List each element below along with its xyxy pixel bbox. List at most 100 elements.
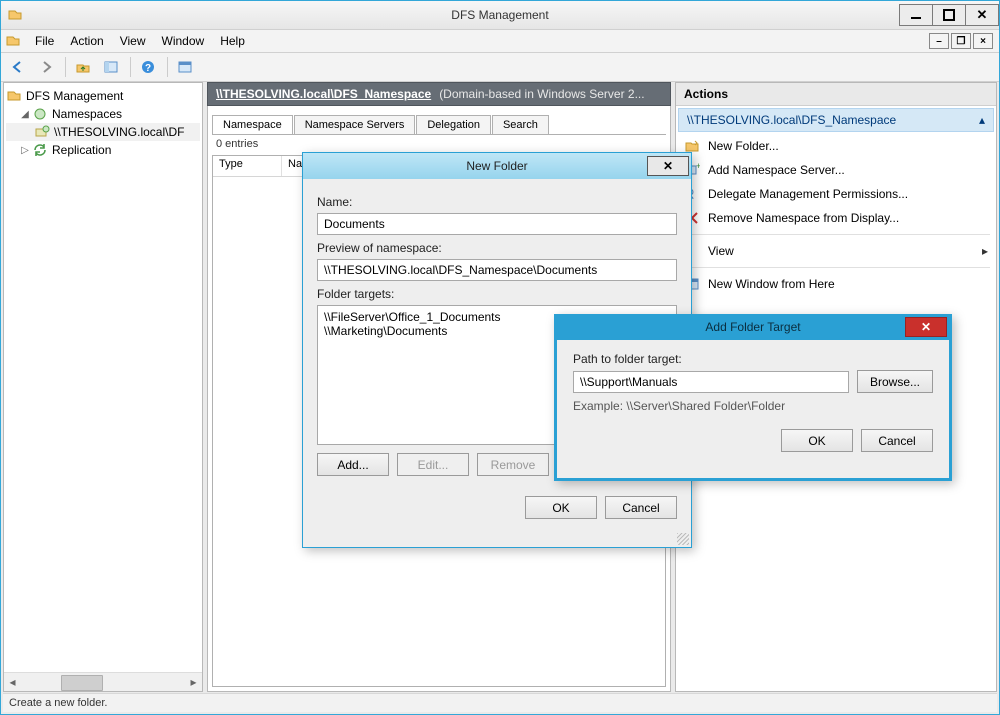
scroll-left-button[interactable]: ◂ [4,674,21,690]
actions-namespace-label: \\THESOLVING.local\DFS_Namespace [687,113,896,127]
dfs-root-icon [6,88,22,104]
name-input[interactable] [317,213,677,235]
tree-replication[interactable]: ▷ Replication [6,141,200,159]
up-button[interactable] [70,54,96,80]
menu-view[interactable]: View [112,31,154,51]
entry-count: 0 entries [208,135,670,153]
action-add-ns-server[interactable]: + Add Namespace Server... [676,158,996,182]
new-folder-titlebar[interactable]: New Folder ✕ [303,153,691,179]
add-target-ok-button[interactable]: OK [781,429,853,452]
show-hide-tree-button[interactable] [98,54,124,80]
add-target-button[interactable]: Add... [317,453,389,476]
tree-namespaces[interactable]: ◢ Namespaces [6,105,200,123]
menu-window[interactable]: Window [154,31,213,51]
col-type[interactable]: Type [213,156,282,176]
tab-delegation[interactable]: Delegation [416,115,491,134]
tree-pane: DFS Management ◢ Namespaces \\THESOLVING… [3,82,203,692]
namespaces-icon [32,106,48,122]
path-text: \\THESOLVING.local\DFS_Namespace [216,87,431,101]
actions-title: Actions [676,83,996,106]
namespace-item-icon [34,124,50,140]
action-delegate[interactable]: Delegate Management Permissions... [676,182,996,206]
menu-action[interactable]: Action [62,31,111,51]
targets-label: Folder targets: [317,287,677,301]
new-folder-title: New Folder [303,159,691,173]
tree-namespaces-label: Namespaces [52,107,122,121]
action-add-ns-server-label: Add Namespace Server... [708,163,845,177]
menu-help[interactable]: Help [212,31,253,51]
scroll-right-button[interactable]: ▸ [185,674,202,690]
edit-target-button[interactable]: Edit... [397,453,469,476]
example-label: Example: \\Server\Shared Folder\Folder [573,399,933,413]
scroll-thumb[interactable] [61,675,103,691]
back-button[interactable] [5,54,31,80]
collapse-icon[interactable]: ◢ [20,109,30,120]
add-target-titlebar[interactable]: Add Folder Target ✕ [557,314,949,340]
mdi-restore-button[interactable]: ❐ [951,33,971,49]
browse-button[interactable]: Browse... [857,370,933,393]
action-delegate-label: Delegate Management Permissions... [708,187,908,201]
add-folder-target-dialog: Add Folder Target ✕ Path to folder targe… [554,314,952,481]
action-remove-display-label: Remove Namespace from Display... [708,211,899,225]
tab-namespace[interactable]: Namespace [212,115,293,134]
preview-input [317,259,677,281]
action-view-label: View [708,244,734,258]
preview-label: Preview of namespace: [317,241,677,255]
tree-replication-label: Replication [52,143,111,157]
menu-file[interactable]: File [27,31,62,51]
path-input[interactable] [573,371,849,393]
remove-target-button[interactable]: Remove [477,453,549,476]
action-separator [682,267,990,268]
expand-icon[interactable]: ▷ [20,145,30,156]
help-button[interactable]: ? [135,54,161,80]
action-new-folder-label: New Folder... [708,139,779,153]
tab-namespace-servers[interactable]: Namespace Servers [294,115,416,134]
resize-grip[interactable] [677,533,689,545]
path-desc: (Domain-based in Windows Server 2... [439,87,644,101]
forward-button[interactable] [33,54,59,80]
new-folder-cancel-button[interactable]: Cancel [605,496,677,519]
action-remove-display[interactable]: Remove Namespace from Display... [676,206,996,230]
action-new-folder[interactable]: New Folder... [676,134,996,158]
svg-text:?: ? [145,63,151,74]
tree-namespace-item[interactable]: \\THESOLVING.local\DF [6,123,200,141]
tree-hscrollbar[interactable]: ◂ ▸ [4,672,202,691]
toolbar-separator [130,57,131,77]
new-folder-ok-button[interactable]: OK [525,496,597,519]
add-target-body: Path to folder target: Browse... Example… [557,340,949,423]
toolbar-separator [65,57,66,77]
statusbar: Create a new folder. [3,693,997,712]
add-target-cancel-button[interactable]: Cancel [861,429,933,452]
collapse-arrow-icon: ▴ [979,113,985,127]
add-target-footer: OK Cancel [557,423,949,464]
mdi-close-button[interactable]: × [973,33,993,49]
replication-icon [32,142,48,158]
status-text: Create a new folder. [9,697,107,709]
path-header: \\THESOLVING.local\DFS_Namespace (Domain… [207,82,671,106]
action-separator [682,234,990,235]
scroll-track[interactable] [21,674,185,690]
tree-namespace-item-label: \\THESOLVING.local\DF [54,125,184,139]
new-window-button[interactable] [172,54,198,80]
path-label: Path to folder target: [573,352,933,366]
add-target-title: Add Folder Target [557,320,949,334]
tab-search[interactable]: Search [492,115,549,134]
svg-text:+: + [696,162,700,171]
mmc-icon [5,33,21,49]
toolbar-separator [167,57,168,77]
tree-root-label: DFS Management [26,89,123,103]
window-title: DFS Management [1,8,999,22]
toolbar: ? [1,53,999,82]
action-view[interactable]: View ▸ [676,239,996,263]
new-folder-footer: OK Cancel [303,488,691,533]
mdi-controls: – ❐ × [929,33,993,49]
tree-root[interactable]: DFS Management [6,87,200,105]
mdi-minimize-button[interactable]: – [929,33,949,49]
menubar: File Action View Window Help – ❐ × [1,30,999,53]
name-label: Name: [317,195,677,209]
titlebar: DFS Management ✕ [1,1,999,30]
action-new-window-label: New Window from Here [708,277,835,291]
actions-namespace-header[interactable]: \\THESOLVING.local\DFS_Namespace ▴ [678,108,994,132]
action-new-window[interactable]: New Window from Here [676,272,996,296]
tree[interactable]: DFS Management ◢ Namespaces \\THESOLVING… [4,83,202,672]
